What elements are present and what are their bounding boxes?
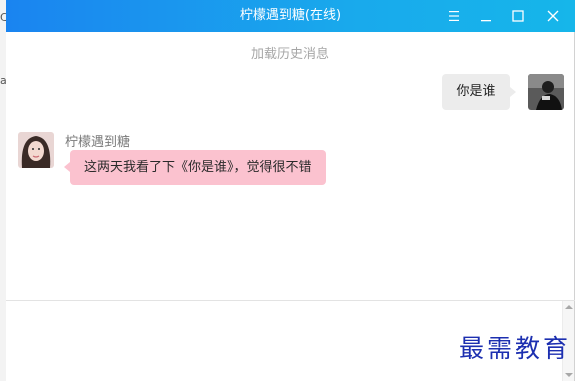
scroll-down-icon[interactable] <box>565 373 573 377</box>
my-avatar[interactable] <box>528 74 564 110</box>
close-icon <box>547 10 559 22</box>
menu-button[interactable] <box>439 0 469 32</box>
contact-avatar[interactable] <box>18 132 54 168</box>
title-bar[interactable]: 柠檬遇到糖(在线) <box>6 0 575 32</box>
my-message-bubble: 你是谁 <box>442 74 516 110</box>
screen: C a 柠檬遇到糖(在线) 加载历史消息 你是谁 柠檬遇到糖 这两天我看了下《你… <box>0 0 577 381</box>
contact-name: 柠檬遇到糖 <box>65 135 131 150</box>
user-avatar-icon <box>528 74 564 110</box>
minimize-button[interactable] <box>471 0 501 32</box>
watermark: 最需教育 <box>459 334 572 363</box>
close-button[interactable] <box>538 0 568 32</box>
scroll-up-icon[interactable] <box>565 305 573 309</box>
load-history-link[interactable]: 加载历史消息 <box>6 43 574 62</box>
minimize-icon <box>481 20 491 22</box>
chat-window: 柠檬遇到糖(在线) 加载历史消息 你是谁 柠檬遇到糖 这两天我看了下《你是谁》，… <box>6 0 575 381</box>
maximize-icon <box>512 10 524 22</box>
contact-message-bubble: 这两天我看了下《你是谁》，觉得很不错 <box>64 150 326 185</box>
menu-icon <box>449 11 459 21</box>
maximize-button[interactable] <box>503 0 533 32</box>
contact-avatar-icon <box>18 132 54 168</box>
